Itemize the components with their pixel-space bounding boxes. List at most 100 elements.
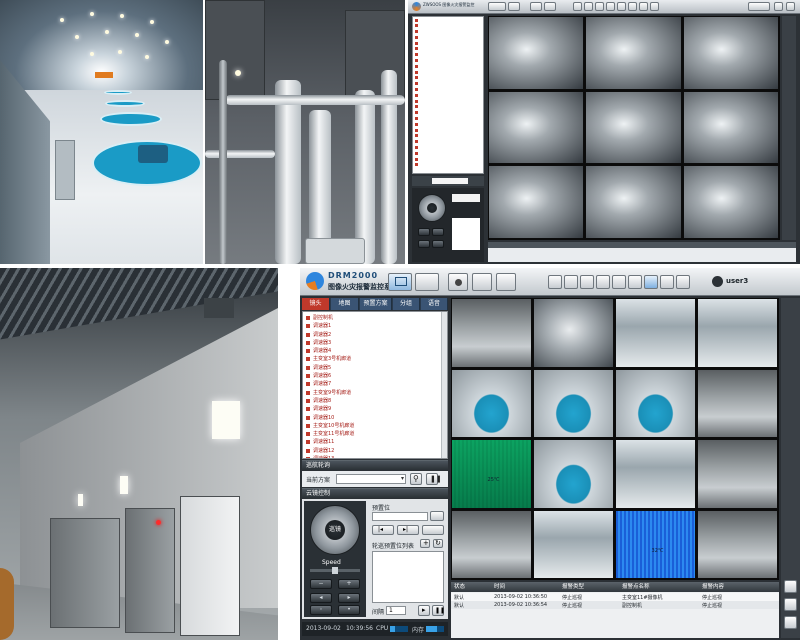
video-tile[interactable] [615,298,696,368]
tab-voice[interactable]: 语音 [421,298,448,310]
video-tile[interactable] [615,439,696,509]
top-preset-list[interactable] [452,218,480,250]
add-preset-button[interactable]: + [420,539,430,548]
speed-slider-thumb[interactable] [332,567,338,574]
layout-8-button[interactable] [606,2,615,11]
layout-4-button[interactable] [564,275,578,289]
video-tile[interactable] [682,90,779,165]
layout-16-button[interactable] [644,275,658,289]
settings-button[interactable] [496,273,516,291]
preset-list[interactable] [372,551,444,603]
view-button[interactable] [488,2,506,11]
table-row[interactable]: 默认 2013-09-02 10:36:50 停止巡视 主变室11#摄像机 停止巡视 [451,593,779,601]
focus-near-button[interactable]: ◂ [310,593,332,603]
col-time[interactable]: 时间 [491,582,559,592]
tree-item[interactable]: 调速器5 [303,364,447,372]
layout-9-button[interactable] [612,275,626,289]
layout-9-button[interactable] [617,2,626,11]
tree-item[interactable]: 调速器10 [303,414,447,422]
top-focus-near-button[interactable] [418,240,430,248]
speed-slider[interactable] [310,567,360,574]
video-tile[interactable] [488,165,585,239]
layout-8-button[interactable] [596,275,610,289]
pause-button[interactable]: ❚❚ [426,473,442,485]
top-focus-far-button[interactable] [432,240,444,248]
tab-group[interactable]: 分组 [393,298,420,310]
layout-1-button[interactable] [548,275,562,289]
tree-item[interactable]: 调速器8 [303,397,447,405]
video-tile[interactable] [533,509,614,579]
minimize-button[interactable] [774,2,783,11]
tree-item[interactable]: 调速器1 [303,322,447,330]
user-button[interactable] [748,2,770,11]
tree-item[interactable]: 调速器9 [303,405,447,413]
toolbar-button-2[interactable] [508,2,520,11]
video-tile[interactable] [615,368,696,438]
search-button[interactable]: ⚲ [410,473,422,485]
preset-go-button[interactable] [430,511,444,521]
video-tile[interactable] [533,439,614,509]
zoom-in-button[interactable]: + [338,579,360,589]
top-scheme-select[interactable] [432,178,468,184]
tree-item[interactable]: 调速器11 [303,438,447,446]
tree-item[interactable]: 调速器3 [303,339,447,347]
ptz-center-button[interactable]: 巡镜 [325,520,345,540]
refresh-preset-button[interactable]: ↻ [433,539,443,548]
top-preset-input[interactable] [452,194,480,202]
side-download-button[interactable] [784,616,797,629]
col-status[interactable]: 状态 [451,582,491,592]
video-tile[interactable] [585,90,682,165]
col-alarm-point[interactable]: 报警点名称 [619,582,699,592]
tree-item[interactable]: 调速器4 [303,347,447,355]
preset-next-button[interactable]: ▸| [397,525,419,535]
side-export-button[interactable] [784,580,797,593]
tree-item[interactable]: 主变室10号机廊道 [303,422,447,430]
toolbar-button-4[interactable] [544,2,556,11]
tree-item[interactable]: 调速器7 [303,380,447,388]
video-tile[interactable] [682,165,779,239]
layout-1-button[interactable] [573,2,582,11]
iris-close-button[interactable]: ◦ [310,605,332,615]
tree-item[interactable]: 主变室9号机廊道 [303,389,447,397]
tree-item[interactable]: 调速器12 [303,447,447,455]
focus-far-button[interactable]: ▸ [338,593,360,603]
video-tile[interactable] [682,16,779,90]
preset-input[interactable] [372,512,428,521]
playback-view-button[interactable] [415,273,439,291]
col-alarm-content[interactable]: 报警内容 [699,582,779,592]
video-tile[interactable] [585,165,682,239]
tab-preset-scheme[interactable]: 预置方案 [360,298,392,310]
video-tile[interactable] [533,298,614,368]
snapshot-button[interactable] [472,273,492,291]
top-camera-tree[interactable] [412,16,484,174]
camera-tree[interactable]: 副控制机 调速器1 调速器2 调速器3 调速器4 主变室3号机廊道 调速器5 调速器6 调速器7… [302,311,448,459]
layout-25-button[interactable] [660,275,674,289]
zoom-out-button[interactable]: − [310,579,332,589]
video-tile[interactable] [697,439,778,509]
interval-input[interactable]: 1 [386,606,406,615]
tree-item[interactable]: 副控制机 [303,314,447,322]
layout-13-button[interactable] [628,275,642,289]
tree-item[interactable]: 调速器6 [303,372,447,380]
video-tile[interactable] [585,16,682,90]
video-tile[interactable] [697,368,778,438]
video-tile[interactable] [533,368,614,438]
top-zoom-out-button[interactable] [418,228,430,236]
video-tile[interactable]: 32℃ [615,509,696,579]
layout-13-button[interactable] [628,2,637,11]
video-tile[interactable] [451,368,532,438]
play-tour-button[interactable]: ▸ [418,605,430,616]
top-ptz-center[interactable] [427,203,437,213]
tab-map[interactable]: 地图 [331,298,359,310]
layout-36-button[interactable] [676,275,690,289]
layout-25-button[interactable] [650,2,659,11]
layout-4-button[interactable] [584,2,593,11]
tab-camera[interactable]: 镜头 [302,298,330,310]
scheme-select[interactable]: ▾ [336,474,406,484]
close-button[interactable] [786,2,795,11]
video-tile[interactable]: 25℃ [451,439,532,509]
video-tile[interactable] [697,509,778,579]
top-zoom-in-button[interactable] [432,228,444,236]
tree-scrollbar[interactable] [441,312,447,458]
user-label[interactable]: user3 [726,277,748,285]
